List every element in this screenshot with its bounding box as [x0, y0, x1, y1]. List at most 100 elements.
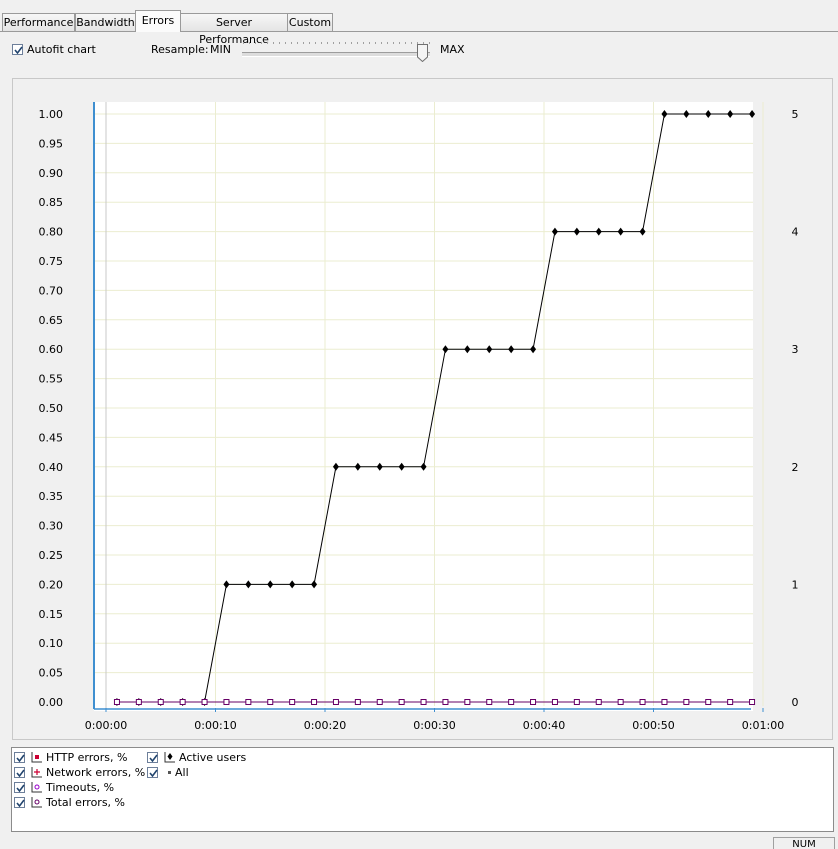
data-point-total-errors — [223, 699, 230, 705]
data-point-total-errors — [508, 699, 515, 705]
errors-chart-panel: 1.00 0.95 0.90 0.85 0.80 0.75 0.70 0.65 0.60 0.55… — [12, 78, 833, 740]
data-point-total-errors — [551, 699, 558, 705]
y-right-tick-label: 2 — [792, 461, 799, 474]
y-left-tick-label: 0.65 — [39, 314, 64, 327]
legend-checkbox[interactable] — [14, 752, 25, 763]
resample-max-label: MAX — [440, 43, 465, 56]
data-point-total-errors — [573, 699, 580, 705]
small-square-icon — [168, 771, 171, 774]
slider-tick — [393, 42, 394, 44]
checkmark-icon — [16, 784, 25, 793]
data-point-total-errors — [464, 699, 471, 705]
y-left-tick-label: 0.00 — [39, 696, 64, 709]
data-point-total-errors — [661, 699, 668, 705]
data-point-total-errors — [157, 699, 164, 705]
checkmark-icon — [149, 754, 158, 763]
plot-area — [94, 102, 753, 711]
data-point-total-errors — [311, 699, 318, 705]
data-point-total-errors — [179, 699, 186, 705]
x-tick-label: 0:00:10 — [194, 719, 236, 732]
autofit-checkbox[interactable] — [12, 44, 23, 55]
data-point-total-errors — [354, 699, 361, 705]
slider-tick — [405, 42, 406, 44]
legend-checkbox[interactable] — [147, 752, 158, 763]
slider-tick — [375, 42, 376, 44]
y-left-tick-label: 0.25 — [39, 549, 64, 562]
legend-checkbox[interactable] — [14, 797, 25, 808]
square-marker-icon — [31, 752, 42, 763]
slider-tick — [303, 42, 304, 44]
slider-tick — [267, 42, 268, 44]
data-point-total-errors — [530, 699, 537, 705]
legend-label: Network errors, % — [46, 766, 146, 779]
resample-label: Resample: — [151, 43, 209, 56]
slider-tick — [249, 42, 250, 44]
data-point-total-errors — [376, 699, 383, 705]
checkmark-icon — [14, 46, 23, 55]
data-point-total-errors — [113, 699, 120, 705]
legend-checkbox[interactable] — [14, 767, 25, 778]
slider-tick — [321, 42, 322, 44]
y-left-tick-label: 0.15 — [39, 608, 64, 621]
slider-ticks — [243, 42, 430, 44]
errors-chart: 1.00 0.95 0.90 0.85 0.80 0.75 0.70 0.65 0.60 0.55… — [39, 102, 799, 732]
slider-tick — [351, 42, 352, 44]
y-left-tick-label: 0.35 — [39, 490, 64, 503]
data-point-total-errors — [267, 699, 274, 705]
slider-tick — [345, 42, 346, 44]
y-right-tick-label: 0 — [792, 696, 799, 709]
y-right-tick-label: 3 — [792, 343, 799, 356]
x-tick-label: 0:00:30 — [413, 719, 455, 732]
legend-label: Timeouts, % — [46, 781, 115, 794]
data-point-total-errors — [420, 699, 427, 705]
data-point-total-errors — [486, 699, 493, 705]
y-left-tick-label: 0.45 — [39, 431, 64, 444]
y-left-tick-label: 0.70 — [39, 284, 64, 297]
legend-checkbox[interactable] — [147, 767, 158, 778]
tab-errors[interactable]: Errors — [135, 10, 181, 32]
checkmark-icon — [149, 769, 158, 778]
slider-tick — [357, 42, 358, 44]
slider-tick — [243, 42, 244, 44]
resample-slider-thumb[interactable] — [417, 44, 428, 62]
slider-tick — [261, 42, 262, 44]
data-point-total-errors — [683, 699, 690, 705]
tab-performance[interactable]: Performance — [2, 13, 75, 31]
y-right-tick-label: 1 — [792, 578, 799, 591]
status-bar — [0, 834, 838, 847]
slider-tick — [411, 42, 412, 44]
y-left-tick-label: 1.00 — [39, 108, 64, 121]
resample-min-label: MIN — [210, 43, 231, 56]
y-left-tick-label: 0.55 — [39, 373, 64, 386]
legend-label: Total errors, % — [46, 796, 125, 809]
slider-tick — [333, 42, 334, 44]
tab-divider — [0, 31, 838, 32]
x-tick-label: 0:00:40 — [523, 719, 565, 732]
y-left-tick-label: 0.20 — [39, 578, 64, 591]
data-point-total-errors — [705, 699, 712, 705]
y-left-tick-label: 0.80 — [39, 226, 64, 239]
slider-tick — [285, 42, 286, 44]
x-tick-label: 0:00:20 — [304, 719, 346, 732]
tab-custom[interactable]: Custom — [287, 13, 333, 31]
checkmark-icon — [16, 799, 25, 808]
slider-tick — [273, 42, 274, 44]
data-point-total-errors — [595, 699, 602, 705]
slider-tick — [327, 42, 328, 44]
legend-checkbox[interactable] — [14, 782, 25, 793]
legend-label: Active users — [179, 751, 247, 764]
y-left-tick-label: 0.90 — [39, 167, 64, 180]
legend-panel: HTTP errors, % Network errors, % Timeout… — [11, 747, 834, 832]
slider-tick — [339, 42, 340, 44]
tab-bandwidth[interactable]: Bandwidth — [75, 13, 136, 31]
y-left-tick-label: 0.75 — [39, 255, 64, 268]
num-lock-indicator: NUM — [773, 837, 835, 849]
data-point-total-errors — [201, 699, 208, 705]
circle-marker-icon — [31, 797, 42, 808]
resample-slider-track[interactable] — [242, 52, 430, 57]
tab-bar: Performance Bandwidth Errors Server Perf… — [0, 0, 838, 46]
slider-tick — [363, 42, 364, 44]
tab-server-performance[interactable]: Server Performance — [180, 13, 288, 46]
slider-tick — [387, 42, 388, 44]
data-point-total-errors — [727, 699, 734, 705]
